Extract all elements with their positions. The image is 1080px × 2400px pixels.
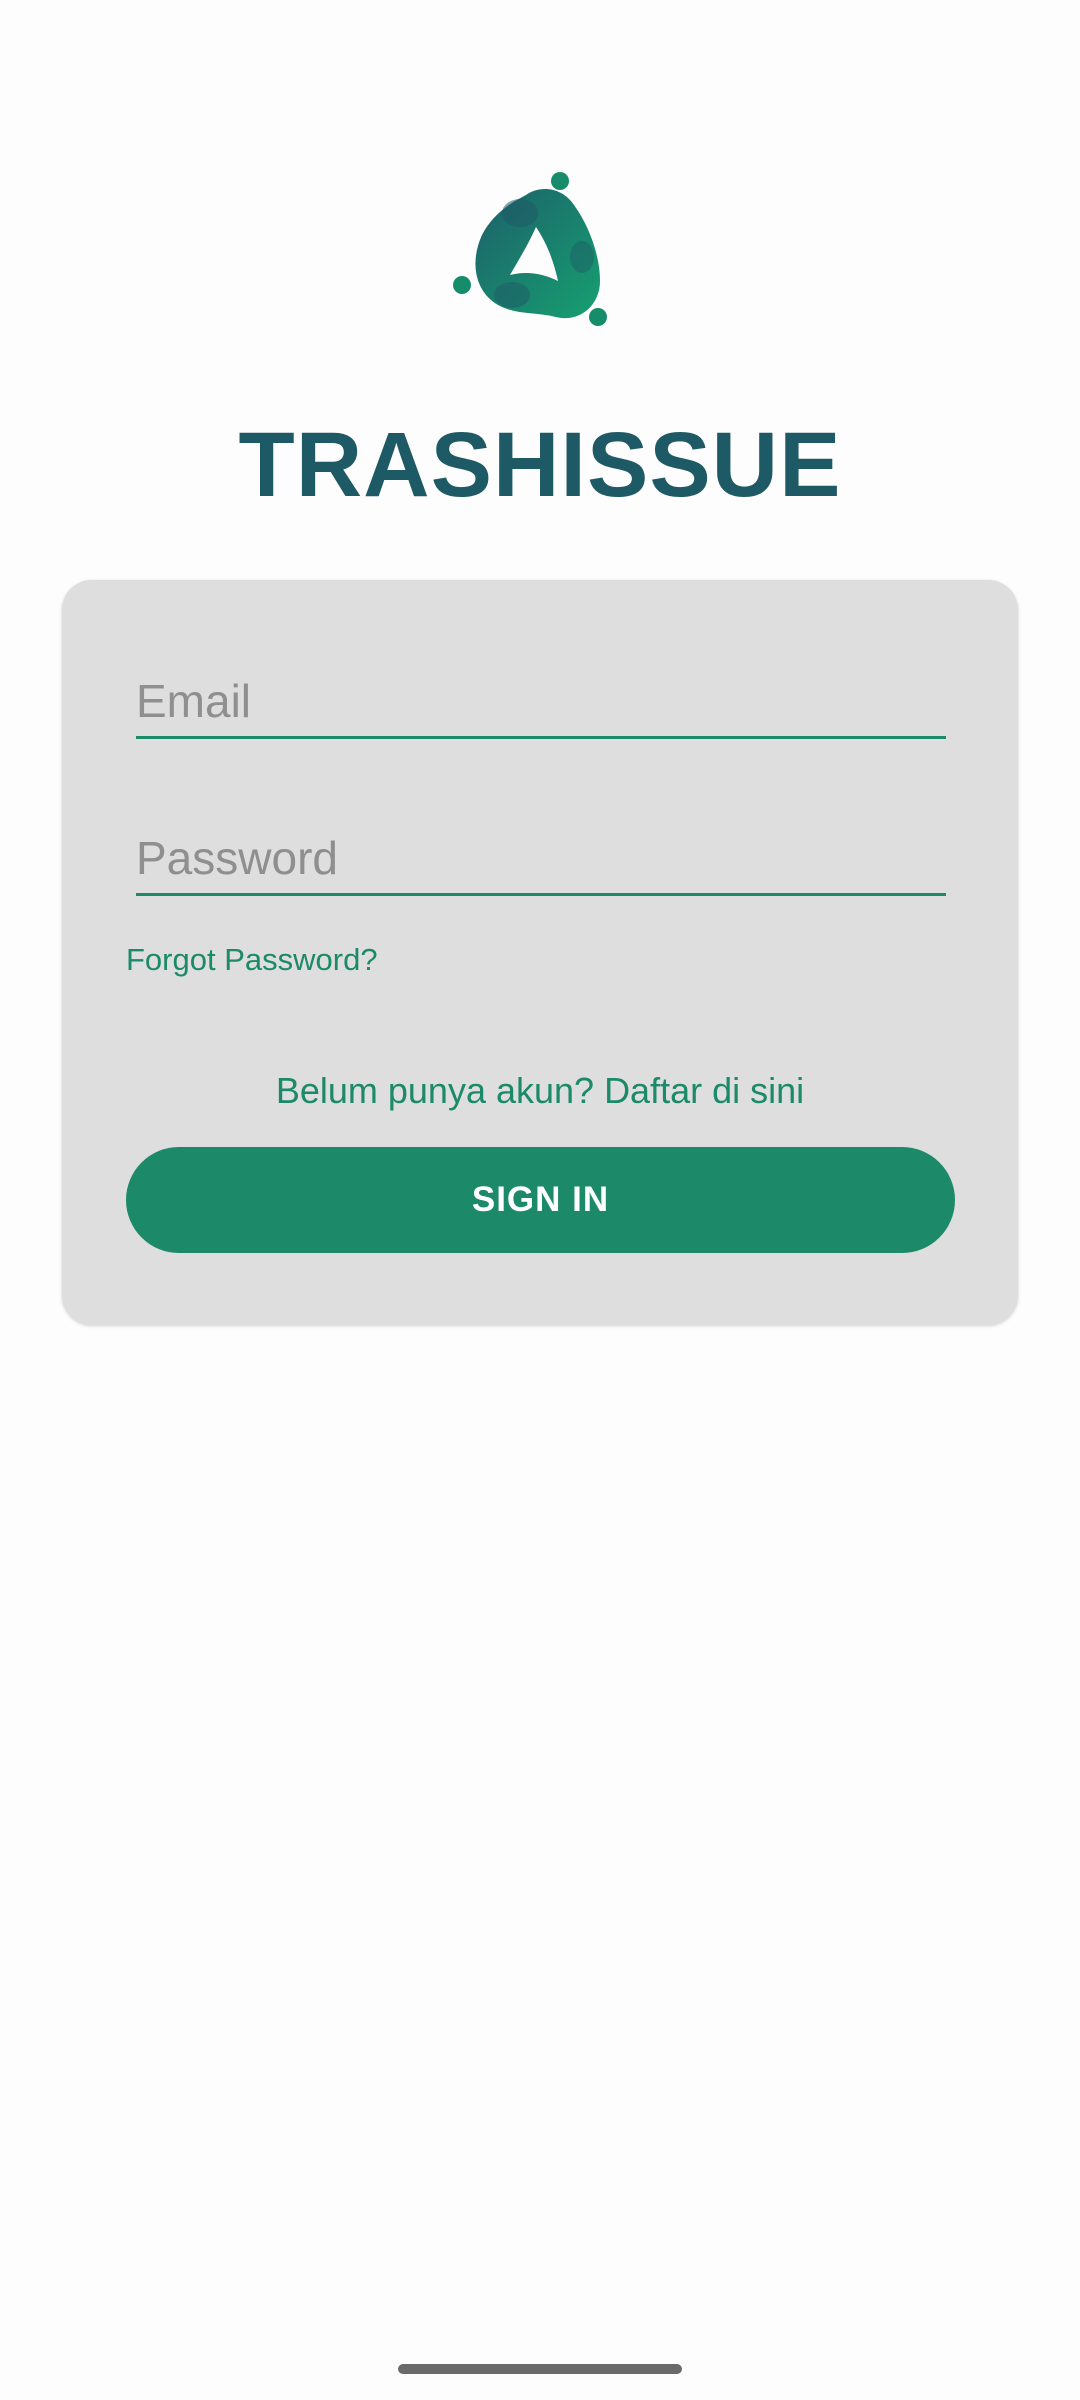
sign-in-button[interactable]: SIGN IN: [126, 1147, 955, 1253]
email-field[interactable]: [136, 666, 946, 739]
register-link[interactable]: Belum punya akun? Daftar di sini: [0, 1068, 1080, 1114]
app-title: TRASHISSUE: [238, 414, 842, 516]
password-field[interactable]: [136, 823, 946, 896]
forgot-password-link[interactable]: Forgot Password?: [126, 940, 378, 980]
home-indicator[interactable]: [398, 2364, 682, 2374]
app-logo-icon: [440, 165, 620, 335]
